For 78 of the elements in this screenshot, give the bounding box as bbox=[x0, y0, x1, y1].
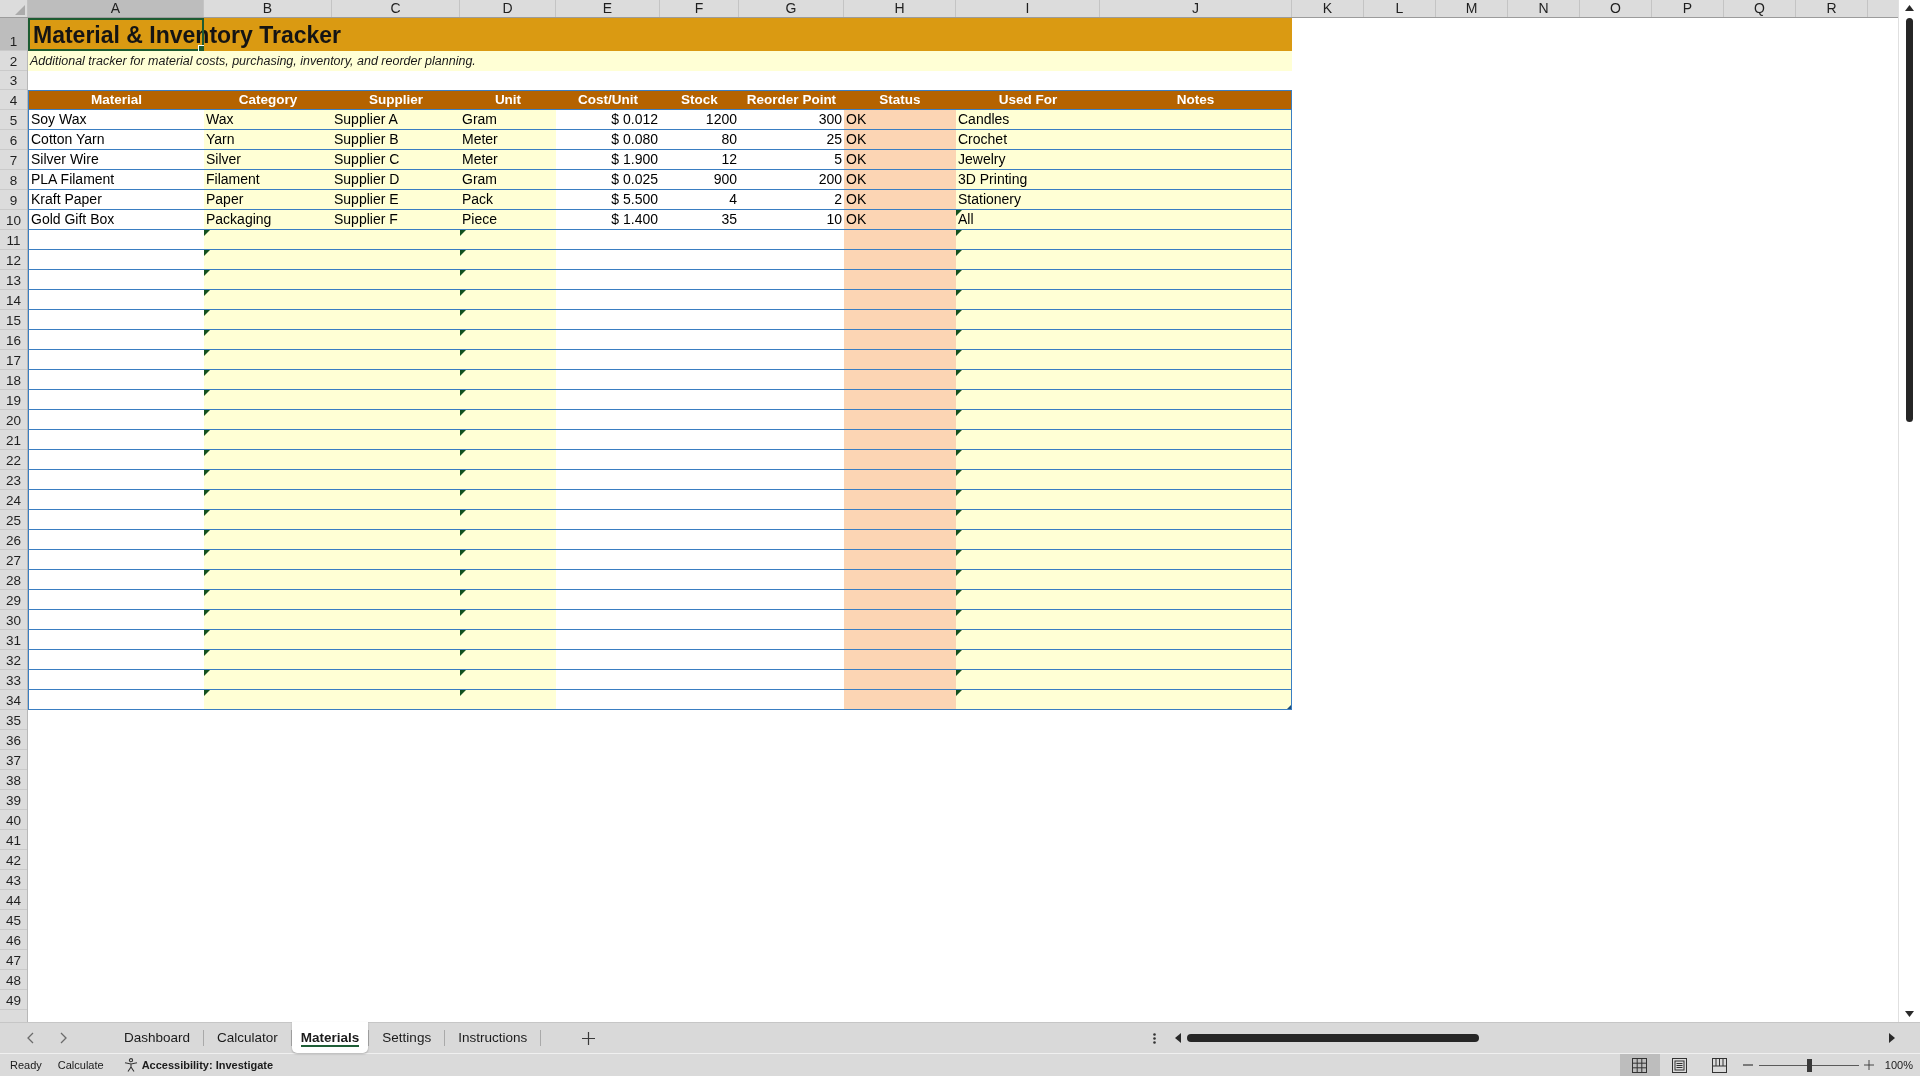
table-cell: Supplier B bbox=[332, 130, 460, 150]
table-header-cell: Used For bbox=[956, 90, 1100, 110]
table-cell: $ 0.080 bbox=[556, 130, 660, 150]
triangle-icon bbox=[15, 5, 25, 15]
table-cell: OK bbox=[844, 130, 956, 150]
table-cell: $ 5.500 bbox=[556, 190, 660, 210]
zoom-level: 100% bbox=[1884, 1059, 1913, 1071]
table-cell: Piece bbox=[460, 210, 556, 230]
table-header-cell: Stock bbox=[660, 90, 739, 110]
sheet-tab[interactable]: Materials bbox=[291, 1022, 369, 1053]
status-calculate: Calculate bbox=[57, 1059, 104, 1071]
table-header-cell: Unit bbox=[460, 90, 556, 110]
minus-icon bbox=[1742, 1064, 1753, 1066]
table-cell: Filament bbox=[204, 170, 332, 190]
table-cell: OK bbox=[844, 170, 956, 190]
table-cell: $ 1.400 bbox=[556, 210, 660, 230]
table-cell: Stationery bbox=[956, 190, 1100, 210]
vertical-dots-icon bbox=[1152, 1032, 1156, 1044]
table-cell: Meter bbox=[460, 150, 556, 170]
table-cell: OK bbox=[844, 110, 956, 130]
table-cell: All bbox=[956, 210, 1100, 230]
table-header-cell: Status bbox=[844, 90, 956, 110]
table-cell: Supplier E bbox=[332, 190, 460, 210]
accessibility-button[interactable]: Accessibility: Investigate bbox=[123, 1058, 274, 1072]
table-cell: OK bbox=[844, 210, 956, 230]
row-header[interactable]: 1 bbox=[0, 18, 27, 51]
sheet-tab[interactable]: Settings bbox=[369, 1022, 445, 1053]
table-cell: Wax bbox=[204, 110, 332, 130]
table-cell: Gram bbox=[460, 110, 556, 130]
grid-icon bbox=[1632, 1057, 1648, 1073]
table-header-cell: Notes bbox=[1100, 90, 1292, 110]
table-cell: Kraft Paper bbox=[28, 190, 204, 210]
table-cell: Gram bbox=[460, 170, 556, 190]
sheet-tab[interactable]: Instructions bbox=[445, 1022, 541, 1053]
table-header-cell: Category bbox=[204, 90, 332, 110]
table-cell: Cotton Yarn bbox=[28, 130, 204, 150]
table-cell: Supplier D bbox=[332, 170, 460, 190]
table-cell: Supplier F bbox=[332, 210, 460, 230]
table-header-cell: Supplier bbox=[332, 90, 460, 110]
view-button[interactable] bbox=[1619, 1054, 1660, 1076]
table-cell: Soy Wax bbox=[28, 110, 204, 130]
table-cell: Candles bbox=[956, 110, 1100, 130]
table-cell: Jewelry bbox=[956, 150, 1100, 170]
table-cell: Gold Gift Box bbox=[28, 210, 204, 230]
sheet-subtitle: Additional tracker for material costs, purchasing, inventory, and reorder planning. bbox=[30, 53, 476, 69]
table-cell: 3D Printing bbox=[956, 170, 1100, 190]
person-icon bbox=[123, 1058, 138, 1072]
table-cell: Yarn bbox=[204, 130, 332, 150]
plus-icon bbox=[1863, 1060, 1874, 1070]
sheet-tab[interactable]: Calculator bbox=[204, 1022, 291, 1053]
table-cell: Silver bbox=[204, 150, 332, 170]
sheet-tab[interactable]: Dashboard bbox=[111, 1022, 204, 1053]
table-cell: Crochet bbox=[956, 130, 1100, 150]
table-cell: $ 1.900 bbox=[556, 150, 660, 170]
table-header-cell: Cost/Unit bbox=[556, 90, 660, 110]
status-ready: Ready bbox=[10, 1059, 42, 1071]
table-cell: $ 0.012 bbox=[556, 110, 660, 130]
table-cell: $ 0.025 bbox=[556, 170, 660, 190]
table-header-cell: Reorder Point bbox=[739, 90, 844, 110]
table-cell: Paper bbox=[204, 190, 332, 210]
chevron-right-icon bbox=[60, 1032, 67, 1044]
plus-icon bbox=[581, 1031, 595, 1045]
page-icon bbox=[1672, 1057, 1688, 1073]
table-cell: Meter bbox=[460, 130, 556, 150]
table-header-cell: Material bbox=[28, 90, 204, 110]
zoom-slider-thumb[interactable] bbox=[1806, 1058, 1812, 1072]
table-cell: Supplier A bbox=[332, 110, 460, 130]
chevron-left-icon bbox=[27, 1032, 34, 1044]
table-cell: Pack bbox=[460, 190, 556, 210]
table-cell: Silver Wire bbox=[28, 150, 204, 170]
table-cell: OK bbox=[844, 190, 956, 210]
table-cell: Packaging bbox=[204, 210, 332, 230]
table-cell: PLA Filament bbox=[28, 170, 204, 190]
table-cell: Supplier C bbox=[332, 150, 460, 170]
resize-handle-icon[interactable] bbox=[1287, 705, 1291, 709]
split-page-icon bbox=[1712, 1057, 1728, 1073]
table-cell: OK bbox=[844, 150, 956, 170]
column-header[interactable]: A bbox=[28, 0, 204, 17]
